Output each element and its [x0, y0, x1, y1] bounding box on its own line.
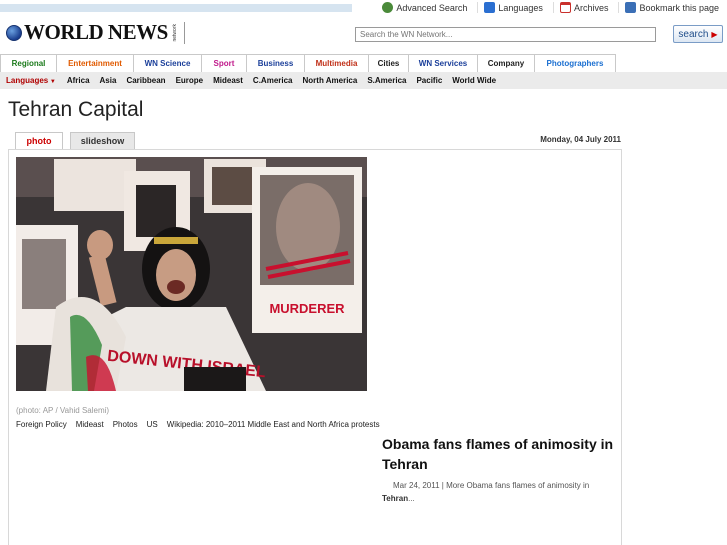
nav-tab-label: WN Science [144, 59, 191, 68]
utility-links: Advanced Search Languages Archives Bookm… [376, 2, 719, 13]
subnav-europe[interactable]: Europe [171, 76, 209, 85]
globe-icon [6, 24, 22, 41]
search-button-label: search [678, 28, 709, 40]
nav-tab-label: Regional [11, 59, 46, 68]
bookmark-link[interactable]: Bookmark this page [618, 2, 719, 13]
top-stripe [0, 4, 352, 12]
nav-tab-entertainment[interactable]: Entertainment [57, 54, 134, 72]
nav-tab-label: Sport [213, 59, 235, 68]
nav-tab-wn-services[interactable]: WN Services [409, 54, 478, 72]
nav-tab-photographers[interactable]: Photographers [535, 54, 616, 72]
calendar-icon [559, 2, 571, 13]
nav-tab-label: Photographers [546, 59, 604, 68]
nav-tab-sport[interactable]: Sport [202, 54, 247, 72]
subnav-languages[interactable]: Languages ▼ [0, 76, 62, 85]
tab-photo[interactable]: photo [15, 132, 63, 149]
subnav-caribbean[interactable]: Caribbean [121, 76, 170, 85]
news-photo[interactable]: MURDERER DOWN WITH ISRAEL [16, 157, 367, 391]
sign-text: MURDERER [269, 301, 345, 316]
subnav-s-america[interactable]: S.America [362, 76, 411, 85]
subnav-c-america[interactable]: C.America [248, 76, 298, 85]
site-logo[interactable]: WORLD NEWS network [6, 20, 185, 45]
article-headline[interactable]: Obama fans flames of animosity in Tehran [382, 434, 622, 474]
subnav-north-america[interactable]: North America [298, 76, 363, 85]
languages-label: Languages [498, 2, 543, 13]
subnav-label: Languages [6, 76, 49, 85]
nav-tab-label: Cities [377, 59, 400, 68]
tab-slideshow-label: slideshow [80, 136, 125, 146]
nav-tab-company[interactable]: Company [478, 54, 535, 72]
tag-list: Foreign Policy Mideast Photos US Wikiped… [16, 420, 380, 429]
logo-divider [183, 21, 185, 44]
tab-slideshow[interactable]: slideshow [70, 132, 135, 149]
photo-caption: (photo: AP / Vahid Salemi) [16, 406, 110, 415]
tag-link[interactable]: Foreign Policy [16, 420, 67, 429]
subnav-pacific[interactable]: Pacific [411, 76, 447, 85]
bookmark-icon [625, 2, 637, 13]
tag-link[interactable]: Photos [113, 420, 138, 429]
nav-tab-label: Business [257, 59, 294, 68]
tag-link[interactable]: Mideast [76, 420, 104, 429]
nav-tab-cities[interactable]: Cities [369, 54, 409, 72]
search-input[interactable] [355, 27, 656, 42]
main-nav: Regional Entertainment WN Science Sport … [0, 54, 616, 72]
nav-tab-label: WN Services [418, 59, 468, 68]
logo-subtext: network [171, 23, 178, 42]
archives-link[interactable]: Archives [552, 2, 609, 13]
magnifier-icon [382, 2, 394, 13]
nav-tab-label: Multimedia [315, 59, 358, 68]
subnav-asia[interactable]: Asia [95, 76, 122, 85]
advanced-search-label: Advanced Search [396, 2, 468, 13]
nav-tab-label: Company [487, 59, 525, 68]
page-title: Tehran Capital [8, 98, 144, 121]
subnav-mideast[interactable]: Mideast [208, 76, 248, 85]
subnav-africa[interactable]: Africa [62, 76, 95, 85]
nav-tab-regional[interactable]: Regional [0, 54, 57, 72]
bookmark-label: Bookmark this page [639, 2, 719, 13]
nav-tab-business[interactable]: Business [247, 54, 305, 72]
search-button[interactable]: search ▶ [673, 25, 723, 43]
nav-tab-label: Entertainment [68, 59, 122, 68]
tab-photo-label: photo [26, 136, 52, 146]
region-subnav: Languages ▼ Africa Asia Caribbean Europe… [0, 72, 727, 89]
article-date: Mar 24, 2011 [393, 481, 440, 490]
tag-link[interactable]: US [147, 420, 158, 429]
logo-text: WORLD NEWS [24, 20, 168, 44]
photo-illustration: MURDERER DOWN WITH ISRAEL [16, 157, 367, 391]
languages-icon [484, 2, 496, 13]
page-date: Monday, 04 July 2011 [540, 135, 621, 144]
nav-tab-wn-science[interactable]: WN Science [134, 54, 202, 72]
nav-tab-multimedia[interactable]: Multimedia [305, 54, 369, 72]
article-snippet-text[interactable]: | More Obama fans flames of animosity in [440, 481, 589, 490]
languages-link[interactable]: Languages [477, 2, 543, 13]
article-keyword: Tehran [382, 494, 409, 503]
article-ellipsis: ... [408, 494, 415, 503]
chevron-down-icon: ▼ [48, 79, 56, 85]
subnav-world-wide[interactable]: World Wide [447, 76, 501, 85]
advanced-search-link[interactable]: Advanced Search [376, 2, 467, 13]
archives-label: Archives [573, 2, 609, 13]
tag-link[interactable]: Wikipedia: 2010–2011 Middle East and Nor… [167, 420, 380, 429]
arrow-right-icon: ▶ [711, 29, 718, 39]
article-snippet: Mar 24, 2011 | More Obama fans flames of… [382, 479, 618, 505]
page: Advanced Search Languages Archives Bookm… [0, 0, 727, 545]
